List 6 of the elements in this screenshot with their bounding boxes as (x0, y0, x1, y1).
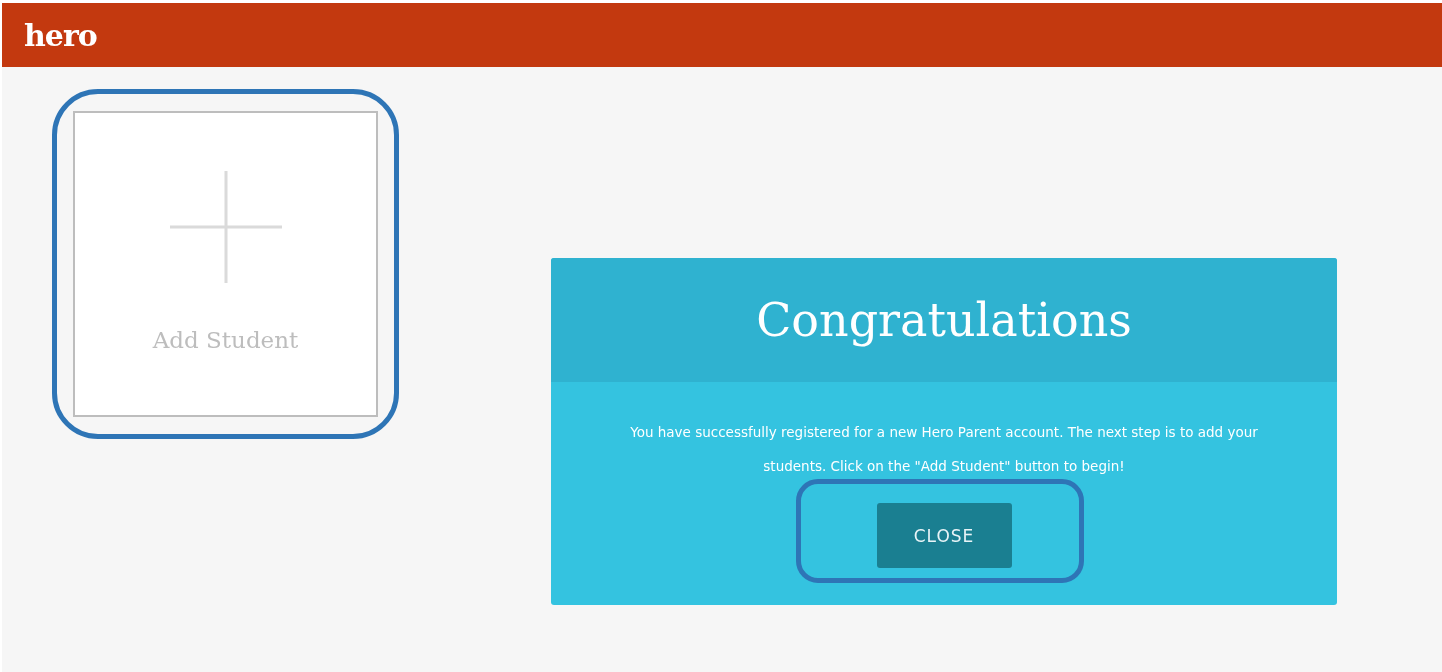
card-label: Add Student (152, 327, 299, 353)
dialog-title: Congratulations (756, 293, 1132, 347)
close-button[interactable]: CLOSE (876, 503, 1012, 568)
logo: hero (24, 17, 97, 53)
plus-icon (169, 171, 282, 283)
dialog-message: You have successfully registered for a new Hero Parent account. The next step is to add your students. Click on the "Add Student" button to begin! (629, 423, 1259, 476)
